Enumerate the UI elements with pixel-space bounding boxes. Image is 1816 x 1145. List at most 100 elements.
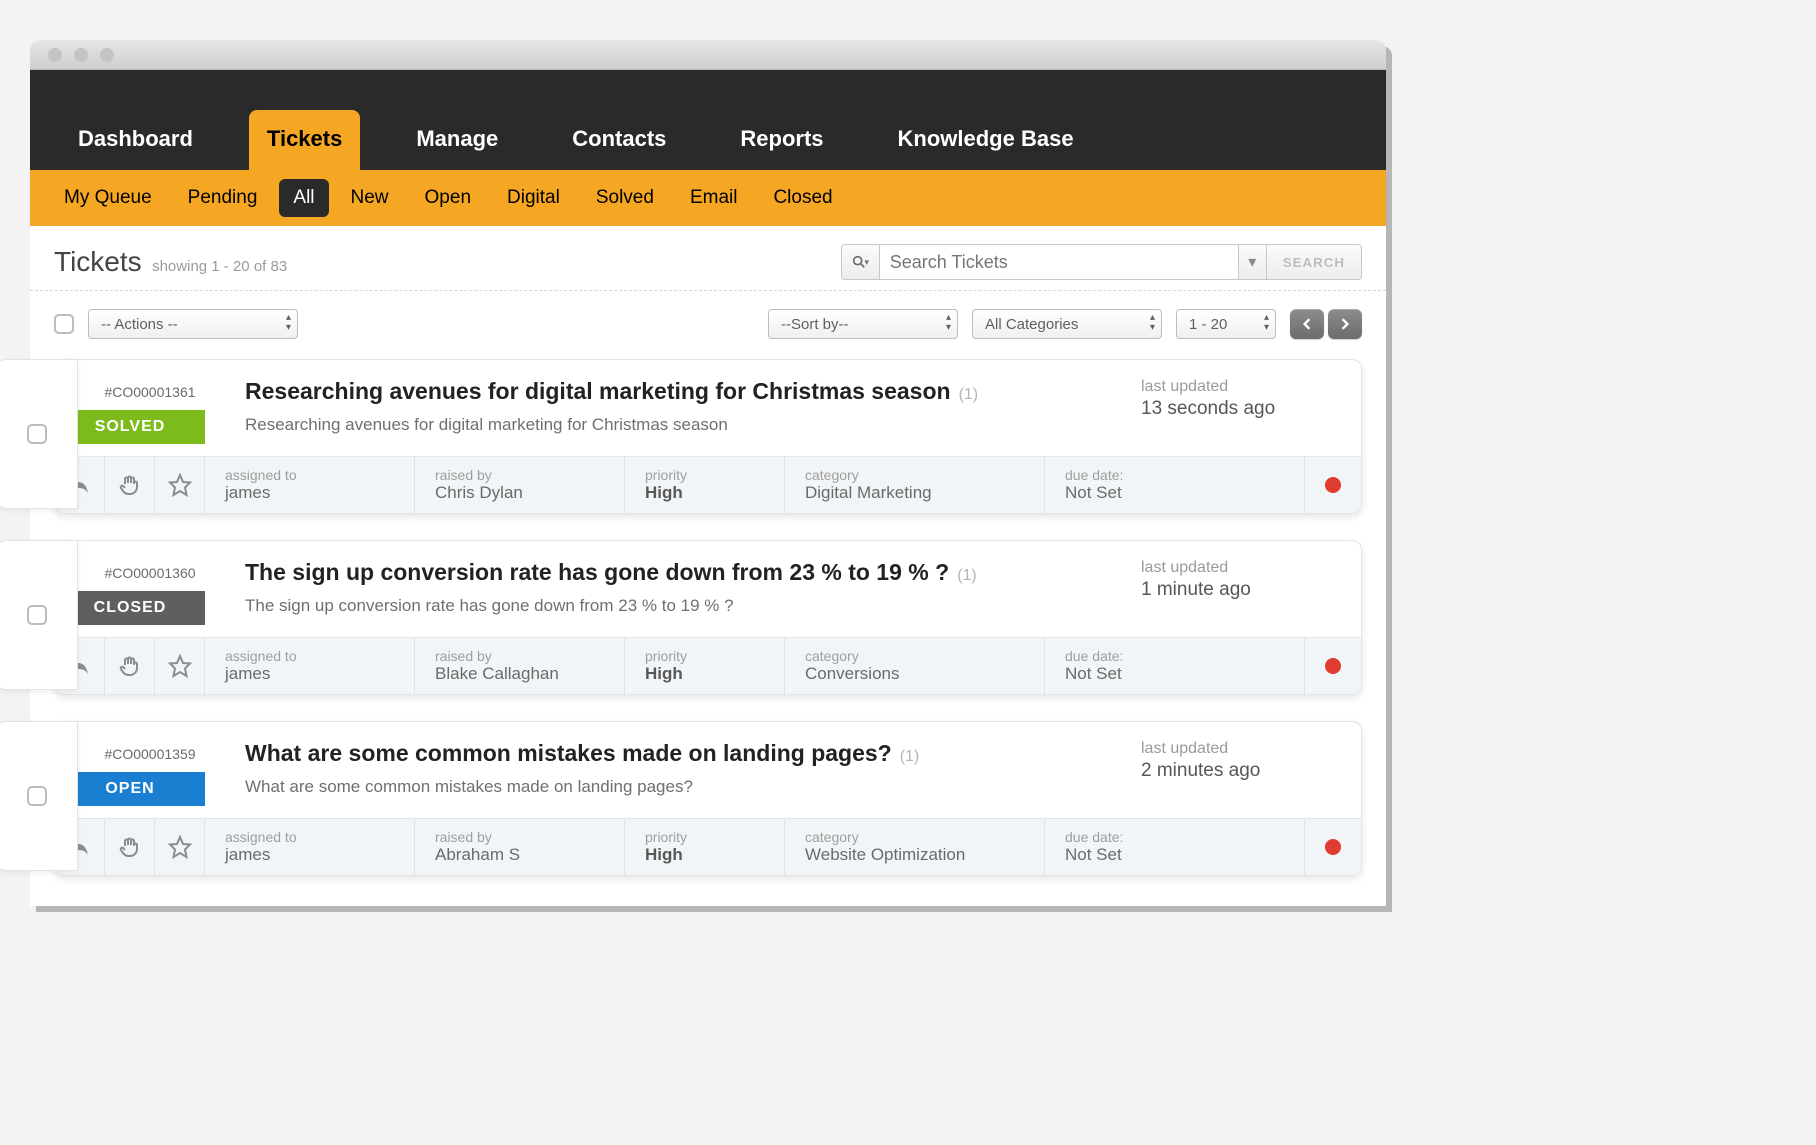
app-window: Dashboard Tickets Manage Contacts Reports Kno…	[30, 40, 1386, 906]
assigned-to-label: assigned to	[225, 467, 394, 483]
star-icon[interactable]	[155, 638, 205, 694]
search-dropdown-icon[interactable]: ▾	[1239, 244, 1267, 280]
ticket-id: #CO00001360	[75, 559, 225, 591]
traffic-light-zoom[interactable]	[100, 48, 114, 62]
ticket-select-stub	[0, 540, 78, 690]
filter-my-queue[interactable]: My Queue	[50, 179, 166, 217]
search-group: ▾ ▾ SEARCH	[841, 244, 1362, 280]
filter-all[interactable]: All	[279, 179, 328, 217]
traffic-light-minimize[interactable]	[74, 48, 88, 62]
last-updated-value: 13 seconds ago	[1141, 398, 1341, 420]
search-button[interactable]: SEARCH	[1267, 244, 1362, 280]
ticket-id: #CO00001359	[75, 740, 225, 772]
status-dot-icon	[1325, 839, 1341, 855]
raised-by-label: raised by	[435, 648, 604, 664]
assigned-to-value: james	[225, 483, 394, 503]
priority-value: High	[645, 664, 764, 684]
ticket-title[interactable]: The sign up conversion rate has gone dow…	[245, 559, 949, 585]
prev-page-button[interactable]	[1290, 309, 1324, 339]
next-page-button[interactable]	[1328, 309, 1362, 339]
ticket-card[interactable]: #CO00001360CLOSEDThe sign up conversion …	[54, 540, 1362, 695]
range-select[interactable]: 1 - 20 ▴▾	[1176, 309, 1276, 339]
priority-label: priority	[645, 829, 764, 845]
category-label: category	[805, 648, 1024, 664]
ticket-select-stub	[0, 721, 78, 871]
last-updated-value: 1 minute ago	[1141, 579, 1341, 601]
page-subtitle: showing 1 - 20 of 83	[152, 258, 287, 275]
ticket-reply-count: (1)	[957, 567, 977, 584]
status-dot-icon	[1325, 477, 1341, 493]
actions-select-value: -- Actions --	[101, 316, 178, 333]
ticket-checkbox[interactable]	[27, 605, 47, 625]
traffic-light-close[interactable]	[48, 48, 62, 62]
priority-value: High	[645, 483, 764, 503]
filter-digital[interactable]: Digital	[493, 179, 574, 217]
ticket-filter-nav: My QueuePendingAllNewOpenDigitalSolvedEm…	[30, 170, 1386, 226]
list-toolbar: -- Actions -- ▴▾ --Sort by-- ▴▾ All Cate…	[30, 291, 1386, 349]
category-select[interactable]: All Categories ▴▾	[972, 309, 1162, 339]
nav-tickets[interactable]: Tickets	[249, 110, 360, 170]
search-icon[interactable]: ▾	[841, 244, 879, 280]
ticket-checkbox[interactable]	[27, 424, 47, 444]
last-updated-label: last updated	[1141, 740, 1341, 758]
filter-email[interactable]: Email	[676, 179, 752, 217]
ticket-reply-count: (1)	[900, 748, 920, 765]
due-date-value: Not Set	[1065, 664, 1284, 684]
grab-icon[interactable]	[105, 457, 155, 513]
category-value: Digital Marketing	[805, 483, 1024, 503]
nav-reports[interactable]: Reports	[722, 110, 841, 170]
priority-value: High	[645, 845, 764, 865]
ticket-list: #CO00001361SOLVEDResearching avenues for…	[30, 349, 1386, 906]
grab-icon[interactable]	[105, 638, 155, 694]
actions-select[interactable]: -- Actions -- ▴▾	[88, 309, 298, 339]
ticket-meta-row: assigned tojamesraised byChris Dylanprio…	[55, 456, 1361, 513]
grab-icon[interactable]	[105, 819, 155, 875]
nav-knowledge-base[interactable]: Knowledge Base	[880, 110, 1092, 170]
last-updated-label: last updated	[1141, 378, 1341, 396]
primary-nav: Dashboard Tickets Manage Contacts Reports Kno…	[30, 70, 1386, 170]
category-label: category	[805, 467, 1024, 483]
sort-select-value: --Sort by--	[781, 316, 849, 333]
sort-select[interactable]: --Sort by-- ▴▾	[768, 309, 958, 339]
ticket-description: What are some common mistakes made on la…	[245, 777, 1121, 797]
due-date-value: Not Set	[1065, 845, 1284, 865]
assigned-to-label: assigned to	[225, 829, 394, 845]
star-icon[interactable]	[155, 819, 205, 875]
category-select-value: All Categories	[985, 316, 1078, 333]
category-value: Website Optimization	[805, 845, 1024, 865]
nav-dashboard[interactable]: Dashboard	[60, 110, 211, 170]
ticket-meta-row: assigned tojamesraised byBlake Callaghan…	[55, 637, 1361, 694]
filter-solved[interactable]: Solved	[582, 179, 668, 217]
filter-closed[interactable]: Closed	[759, 179, 846, 217]
category-value: Conversions	[805, 664, 1024, 684]
assigned-to-label: assigned to	[225, 648, 394, 664]
page-header: Tickets showing 1 - 20 of 83 ▾ ▾ SEARCH	[30, 226, 1386, 291]
raised-by-value: Blake Callaghan	[435, 664, 604, 684]
ticket-id: #CO00001361	[75, 378, 225, 410]
due-date-value: Not Set	[1065, 483, 1284, 503]
ticket-card[interactable]: #CO00001359OPENWhat are some common mist…	[54, 721, 1362, 876]
search-input[interactable]	[879, 244, 1239, 280]
filter-open[interactable]: Open	[411, 179, 485, 217]
filter-pending[interactable]: Pending	[174, 179, 272, 217]
window-titlebar	[30, 40, 1386, 70]
ticket-select-stub	[0, 359, 78, 509]
range-select-value: 1 - 20	[1189, 316, 1227, 333]
ticket-title[interactable]: What are some common mistakes made on la…	[245, 740, 892, 766]
ticket-checkbox[interactable]	[27, 786, 47, 806]
status-dot-icon	[1325, 658, 1341, 674]
nav-contacts[interactable]: Contacts	[554, 110, 684, 170]
nav-manage[interactable]: Manage	[398, 110, 516, 170]
raised-by-label: raised by	[435, 829, 604, 845]
page-title: Tickets	[54, 246, 142, 277]
select-all-checkbox[interactable]	[54, 314, 74, 334]
last-updated-value: 2 minutes ago	[1141, 760, 1341, 782]
filter-new[interactable]: New	[337, 179, 403, 217]
category-label: category	[805, 829, 1024, 845]
ticket-card[interactable]: #CO00001361SOLVEDResearching avenues for…	[54, 359, 1362, 514]
priority-label: priority	[645, 467, 764, 483]
star-icon[interactable]	[155, 457, 205, 513]
priority-label: priority	[645, 648, 764, 664]
ticket-title[interactable]: Researching avenues for digital marketin…	[245, 378, 951, 404]
raised-by-label: raised by	[435, 467, 604, 483]
